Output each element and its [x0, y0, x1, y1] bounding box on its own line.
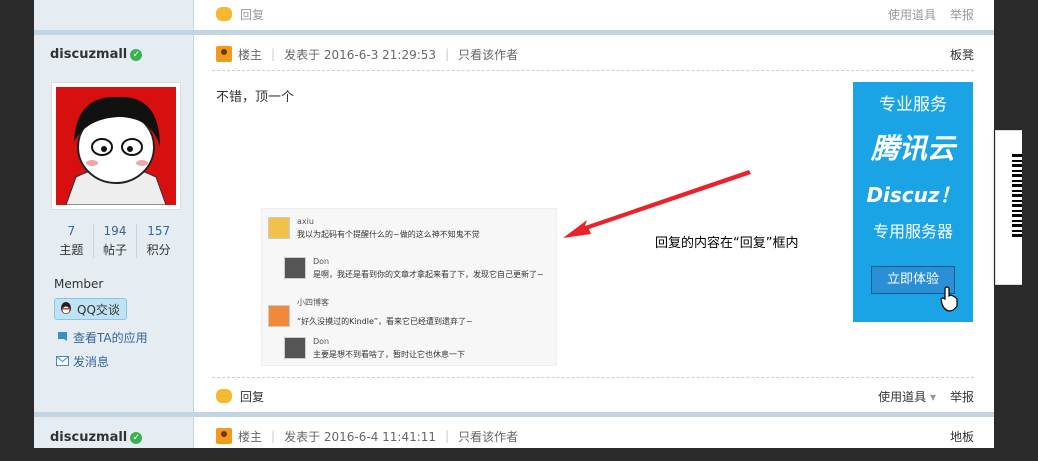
post-content: 不错，顶一个 — [216, 90, 295, 105]
author-stats: 7 主题 194 帖子 157 积分 — [50, 224, 180, 258]
thread-starter-label: 楼主 — [238, 429, 263, 444]
thread-page: 回复 使用道具 举报 discuzmall ✓ 7 主题 194 帖子 157 … — [34, 0, 994, 448]
reply-text: “好久没摸过的Kindle”，看来它已经遭到遗弃了~ — [297, 317, 473, 326]
post-time: 发表于 2016-6-4 11:41:11 — [284, 429, 437, 444]
avatar-image — [56, 87, 176, 206]
scrollbar[interactable] — [1022, 0, 1038, 461]
post-header: 楼主 | 发表于 2016-6-4 11:41:11 | 只看该作者 地板 — [216, 426, 974, 446]
reply-text: 主要是想不到看啥了，暂时让它也休息一下 — [313, 350, 465, 359]
stat-label: 帖子 — [103, 243, 128, 257]
floor-number[interactable]: 板凳 — [950, 46, 974, 63]
tools-dropdown[interactable]: 使用道具 ▾ — [878, 388, 936, 405]
qq-chat-button[interactable]: QQ交谈 — [54, 298, 127, 320]
post-time: 发表于 2016-6-3 21:29:53 — [284, 47, 437, 62]
post-separator — [34, 412, 994, 417]
stat-label: 积分 — [146, 243, 171, 257]
reply-text: 我以为起码有个提醒什么的~做的这么神不知鬼不觉 — [297, 230, 480, 239]
embedded-image[interactable]: axiu 我以为起码有个提醒什么的~做的这么神不知鬼不觉 Don 是啊，我还是看… — [261, 208, 557, 366]
post-header: 楼主 | 发表于 2016-6-3 21:29:53 | 只看该作者 板凳 — [216, 44, 974, 64]
thread-starter-label: 楼主 — [238, 47, 263, 62]
stat-posts[interactable]: 194 帖子 — [94, 224, 138, 258]
reply-item: Don 主要是想不到看啥了，暂时让它也休息一下 — [284, 337, 556, 360]
header-divider — [212, 70, 974, 71]
stat-value[interactable]: 157 — [137, 224, 180, 238]
post-body-area: 楼主 | 发表于 2016-6-3 21:29:53 | 只看该作者 板凳 不错… — [194, 0, 994, 412]
annotation-text: 回复的内容在“回复”框内 — [655, 236, 799, 251]
verified-icon: ✓ — [130, 431, 143, 444]
divider: | — [271, 429, 276, 443]
only-author-link[interactable]: 只看该作者 — [458, 46, 518, 63]
divider: | — [445, 47, 450, 61]
ad-line3: Discuz！ — [866, 183, 960, 207]
reply-text: 是啊，我还是看到你的文章才拿起来看了下，发现它自己更新了~ — [313, 270, 544, 279]
reply-icon — [216, 389, 232, 403]
hand-cursor-icon — [940, 286, 958, 312]
view-apps-label: 查看TA的应用 — [73, 331, 148, 345]
divider: | — [445, 429, 450, 443]
post-footer: 回复 使用道具 ▾ 举报 — [216, 386, 974, 406]
post2-area: 楼主 | 发表于 2016-6-4 11:41:11 | 只看该作者 地板 — [194, 418, 994, 448]
chevron-down-icon: ▾ — [929, 389, 936, 404]
divider: | — [271, 47, 276, 61]
reply-user: 小四博客 — [297, 298, 329, 307]
reply-user: axiu — [297, 217, 314, 226]
user-group: Member — [54, 277, 104, 291]
view-apps-link[interactable]: 查看TA的应用 — [56, 329, 148, 346]
reply-user: Don — [313, 257, 330, 266]
send-message-label: 发消息 — [73, 355, 110, 369]
thread-starter-icon — [216, 46, 232, 62]
author-name-text[interactable]: discuzmall — [50, 47, 127, 62]
reply-item: axiu 我以为起码有个提醒什么的~做的这么神不知鬼不觉 — [268, 217, 556, 240]
footer-divider — [212, 377, 974, 378]
ad-line2: 腾讯云 — [870, 132, 955, 165]
thread-starter-icon — [216, 428, 232, 444]
stat-value[interactable]: 7 — [50, 224, 93, 238]
floor-number[interactable]: 地板 — [950, 428, 974, 445]
verified-icon: ✓ — [130, 48, 143, 61]
ad-line1: 专业服务 — [879, 95, 947, 115]
author-name[interactable]: discuzmall ✓ — [50, 47, 143, 62]
qq-chat-label: QQ交谈 — [77, 302, 120, 317]
reply-item: Don 是啊，我还是看到你的文章才拿起来看了下，发现它自己更新了~ — [284, 257, 556, 280]
stat-label: 主题 — [59, 243, 84, 257]
tools-label: 使用道具 — [878, 389, 927, 404]
reply-avatar — [268, 305, 290, 327]
reply-avatar — [284, 337, 306, 359]
mail-icon — [56, 355, 69, 369]
stat-credits[interactable]: 157 积分 — [137, 224, 180, 258]
qq-penguin-icon — [59, 301, 73, 318]
author-name-text[interactable]: discuzmall — [50, 430, 127, 445]
only-author-link[interactable]: 只看该作者 — [458, 428, 518, 445]
reply-button[interactable]: 回复 — [240, 388, 264, 405]
ad-line4: 专用服务器 — [872, 222, 953, 241]
report-button[interactable]: 举报 — [950, 388, 974, 405]
stat-threads[interactable]: 7 主题 — [50, 224, 94, 258]
send-message-link[interactable]: 发消息 — [56, 353, 109, 370]
stat-value[interactable]: 194 — [94, 224, 137, 238]
apps-icon — [56, 330, 69, 346]
reply-user: Don — [313, 337, 330, 346]
reply-avatar — [268, 217, 290, 239]
reply-avatar — [284, 257, 306, 279]
author-name[interactable]: discuzmall ✓ — [50, 430, 143, 445]
avatar[interactable] — [51, 82, 181, 210]
red-arrow-icon — [563, 170, 751, 238]
reply-item: 小四博客 “好久没摸过的Kindle”，看来它已经遭到遗弃了~ — [268, 297, 556, 327]
